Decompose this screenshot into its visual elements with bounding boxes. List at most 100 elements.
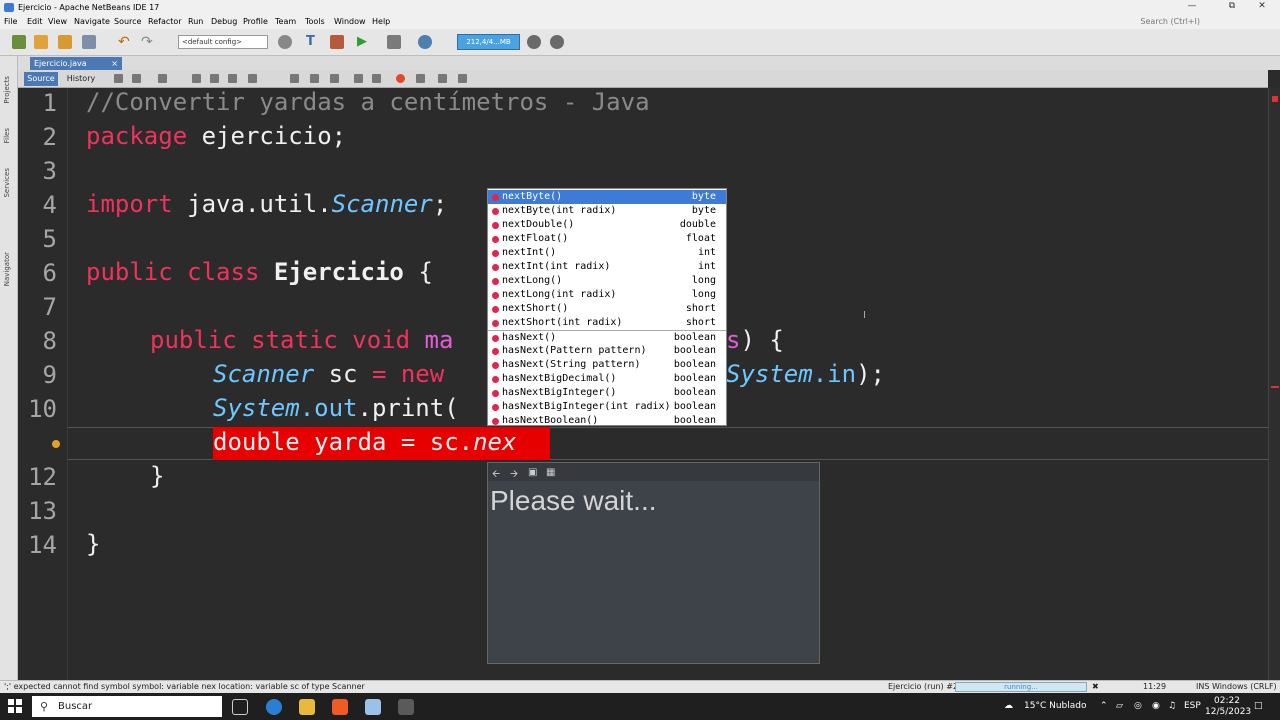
sidebar-item-services[interactable]: Services bbox=[3, 168, 11, 198]
menu-window[interactable]: Window bbox=[334, 17, 366, 26]
wifi-icon[interactable]: ◉ bbox=[1152, 701, 1160, 711]
redo-icon[interactable]: ↷ bbox=[141, 35, 155, 49]
clean-build-icon[interactable] bbox=[330, 35, 344, 49]
find-next-icon[interactable] bbox=[210, 74, 219, 83]
tab-source[interactable]: Source bbox=[24, 72, 58, 86]
memory-meter[interactable]: 212,4/4...MB bbox=[457, 34, 520, 50]
code-line-2[interactable]: package ejercicio; bbox=[86, 122, 346, 150]
uncomment-icon[interactable] bbox=[458, 74, 467, 83]
menu-run[interactable]: Run bbox=[188, 17, 203, 26]
code-line-6[interactable]: public class Ejercicio { bbox=[86, 258, 433, 286]
shift-left-icon[interactable] bbox=[354, 74, 363, 83]
undo-icon[interactable]: ↶ bbox=[118, 35, 132, 49]
volume-icon[interactable]: ♫ bbox=[1168, 701, 1176, 711]
run-task-label[interactable]: Ejercicio (run) #2 bbox=[888, 682, 958, 691]
completion-item[interactable]: nextByte(int radix) byte bbox=[488, 204, 726, 218]
find-selection-icon[interactable] bbox=[228, 74, 237, 83]
clock-time[interactable]: 02:22 bbox=[1214, 696, 1240, 706]
find-previous-icon[interactable] bbox=[192, 74, 201, 83]
run-icon[interactable]: ▶ bbox=[357, 35, 371, 49]
open-project-icon[interactable] bbox=[58, 35, 72, 49]
language-indicator[interactable]: ESP bbox=[1184, 701, 1201, 711]
netbeans-alt-icon[interactable] bbox=[398, 699, 414, 715]
doc-forward-icon[interactable]: 🡪 bbox=[510, 467, 518, 484]
code-line-8-tail[interactable]: s) { bbox=[726, 326, 784, 354]
code-line-1[interactable]: //Convertir yardas a centímetros - Java bbox=[86, 88, 650, 116]
globe-icon[interactable] bbox=[278, 35, 292, 49]
doc-open-browser-icon[interactable]: ▣ bbox=[528, 467, 537, 478]
brave-icon[interactable] bbox=[332, 699, 348, 715]
chevron-up-icon[interactable]: ⌃ bbox=[1100, 701, 1108, 711]
completion-item[interactable]: nextFloat() float bbox=[488, 232, 726, 246]
menu-view[interactable]: View bbox=[48, 17, 67, 26]
close-icon[interactable]: ✕ bbox=[1252, 1, 1272, 14]
clock-date[interactable]: 12/5/2023 bbox=[1205, 707, 1251, 717]
tab-ejercicio-java[interactable]: Ejercicio.java × bbox=[30, 57, 122, 70]
record-macro-icon[interactable] bbox=[396, 74, 405, 83]
code-line-9-tail[interactable]: System.in); bbox=[726, 360, 885, 388]
search-input[interactable]: Search (Ctrl+I) bbox=[1140, 17, 1200, 26]
menu-debug[interactable]: Debug bbox=[211, 17, 237, 26]
code-line-8[interactable]: public static void ma bbox=[150, 326, 453, 354]
editor-scrollbar[interactable] bbox=[1268, 88, 1280, 680]
config-select[interactable]: <default config> bbox=[178, 35, 268, 49]
comment-icon[interactable] bbox=[438, 74, 447, 83]
completion-item[interactable]: nextLong() long bbox=[488, 274, 726, 288]
notifications-icon[interactable]: □ bbox=[1254, 701, 1263, 711]
menu-tools[interactable]: Tools bbox=[305, 17, 325, 26]
task-view-icon[interactable] bbox=[232, 699, 248, 715]
sidebar-item-navigator[interactable]: Navigator bbox=[3, 252, 11, 286]
toggle-highlight-icon[interactable] bbox=[248, 74, 257, 83]
maximize-icon[interactable]: ⧉ bbox=[1222, 1, 1242, 14]
close-tab-icon[interactable]: × bbox=[111, 57, 118, 70]
sidebar-item-files[interactable]: Files bbox=[3, 128, 11, 143]
stop-macro-icon[interactable] bbox=[416, 74, 425, 83]
sidebar-item-projects[interactable]: Projects bbox=[3, 76, 11, 104]
code-line-10[interactable]: System.out.print( bbox=[213, 394, 459, 422]
menu-navigate[interactable]: Navigate bbox=[74, 17, 110, 26]
completion-item[interactable]: nextInt() int bbox=[488, 246, 726, 260]
doc-back-icon[interactable]: 🡨 bbox=[492, 467, 500, 484]
menu-team[interactable]: Team bbox=[275, 17, 296, 26]
debug-icon[interactable] bbox=[387, 35, 401, 49]
weather-text[interactable]: 15°C Nublado bbox=[1024, 701, 1086, 711]
run-progress-bar[interactable]: running... bbox=[955, 682, 1087, 692]
completion-item[interactable]: nextDouble() double bbox=[488, 218, 726, 232]
new-file-icon[interactable] bbox=[34, 35, 48, 49]
save-all-icon[interactable] bbox=[82, 35, 96, 49]
next-bookmark-icon[interactable] bbox=[310, 74, 319, 83]
minimize-icon[interactable]: — bbox=[1182, 1, 1202, 14]
code-line-12[interactable]: } bbox=[150, 462, 164, 490]
forward-icon[interactable] bbox=[158, 74, 167, 83]
new-project-icon[interactable] bbox=[12, 35, 26, 49]
menu-source[interactable]: Source bbox=[114, 17, 141, 26]
previous-bookmark-icon[interactable] bbox=[290, 74, 299, 83]
menu-profile[interactable]: Profile bbox=[243, 17, 268, 26]
completion-item[interactable]: hasNextBigInteger(int radix) boolean bbox=[488, 400, 726, 414]
completion-item[interactable]: nextShort() short bbox=[488, 302, 726, 316]
completion-item[interactable]: nextInt(int radix) int bbox=[488, 260, 726, 274]
error-stripe-icon[interactable] bbox=[1272, 96, 1278, 102]
completion-item[interactable]: hasNextBigInteger() boolean bbox=[488, 386, 726, 400]
menu-help[interactable]: Help bbox=[372, 17, 390, 26]
file-explorer-icon[interactable] bbox=[299, 699, 315, 715]
code-line-14[interactable]: } bbox=[86, 530, 100, 558]
completion-item[interactable]: hasNext(Pattern pattern) boolean bbox=[488, 344, 726, 358]
toggle-bookmark-icon[interactable] bbox=[330, 74, 339, 83]
completion-item[interactable]: hasNext(String pattern) boolean bbox=[488, 358, 726, 372]
code-line-9[interactable]: Scanner sc = new bbox=[213, 360, 444, 388]
code-line-11[interactable]: double yarda = sc.nex bbox=[213, 428, 516, 456]
completion-item[interactable]: hasNextBigDecimal() boolean bbox=[488, 372, 726, 386]
menu-edit[interactable]: Edit bbox=[27, 17, 43, 26]
completion-item[interactable]: hasNext() boolean bbox=[488, 330, 726, 344]
gc-icon[interactable] bbox=[527, 35, 541, 49]
code-line-4[interactable]: import java.util.Scanner; bbox=[86, 190, 447, 218]
menu-file[interactable]: File bbox=[4, 17, 17, 26]
last-edit-icon[interactable] bbox=[114, 74, 123, 83]
windows-start-icon[interactable] bbox=[8, 699, 22, 713]
completion-item[interactable]: nextShort(int radix) short bbox=[488, 316, 726, 330]
cancel-task-icon[interactable]: ✖ bbox=[1092, 682, 1099, 691]
network-icon[interactable]: ▱ bbox=[1116, 701, 1123, 711]
doc-source-icon[interactable]: ▦ bbox=[546, 467, 555, 478]
completion-item[interactable]: nextByte() byte bbox=[488, 190, 726, 204]
